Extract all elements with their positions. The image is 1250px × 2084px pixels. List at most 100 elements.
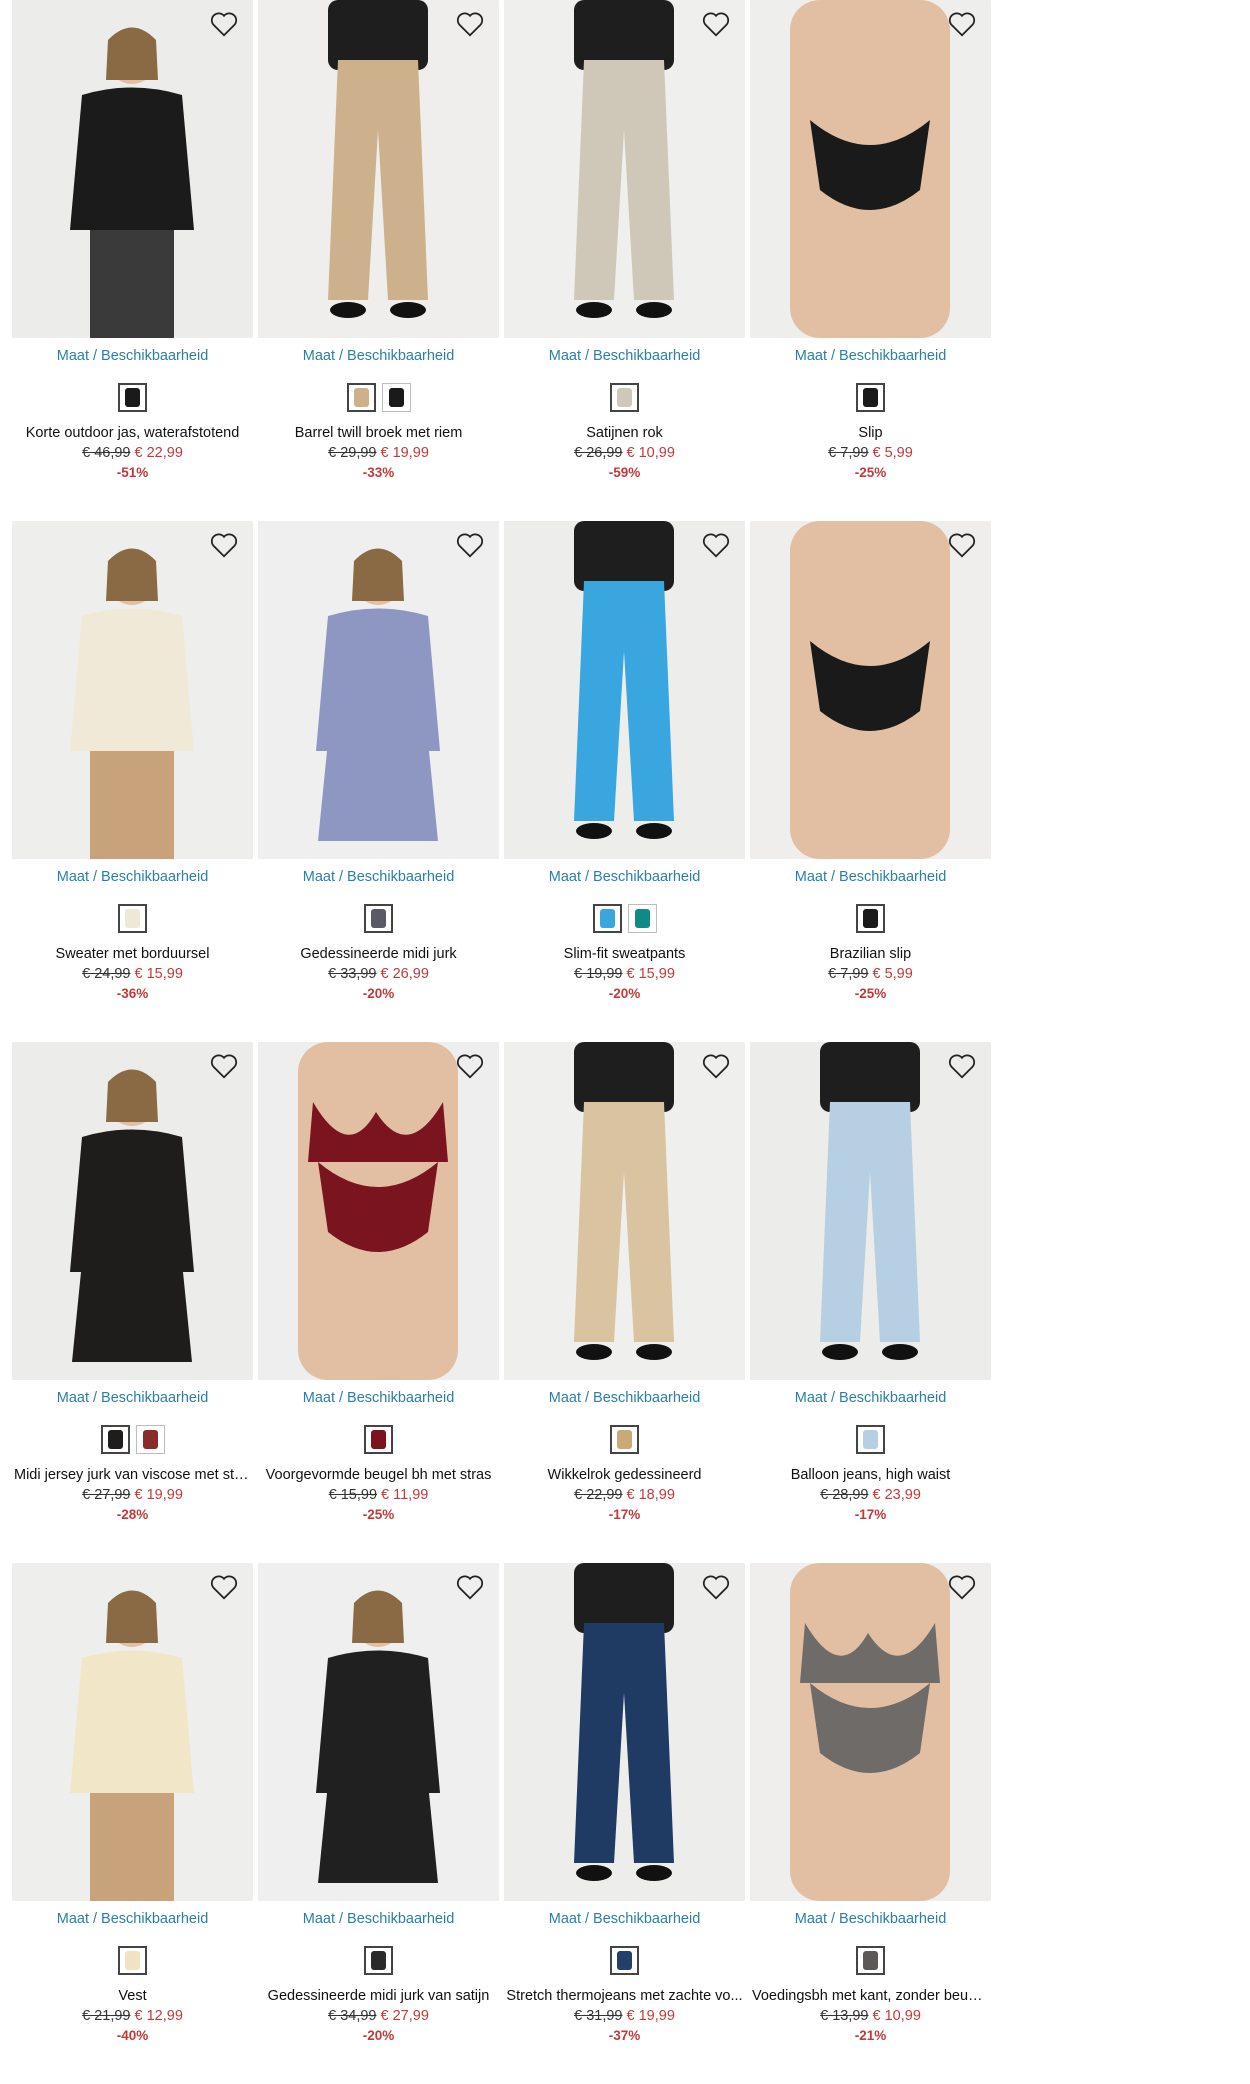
- wishlist-heart-icon[interactable]: [701, 531, 735, 563]
- product-image[interactable]: [504, 1042, 745, 1380]
- wishlist-heart-icon[interactable]: [701, 1573, 735, 1605]
- product-name[interactable]: Stretch thermojeans met zachte vo...: [504, 1988, 745, 2008]
- wishlist-heart-icon[interactable]: [701, 10, 735, 42]
- size-availability-link[interactable]: Maat / Beschikbaarheid: [12, 1911, 253, 1931]
- product-card[interactable]: Maat / Beschikbaarheid Barrel twill broek…: [258, 0, 499, 521]
- product-card[interactable]: Maat / Beschikbaarheid Midi jersey jurk v…: [12, 1042, 253, 1563]
- product-image[interactable]: [750, 0, 991, 338]
- product-name[interactable]: Slip: [750, 425, 991, 445]
- size-availability-link[interactable]: Maat / Beschikbaarheid: [12, 1390, 253, 1410]
- color-swatch[interactable]: [856, 1424, 885, 1454]
- product-name[interactable]: Sweater met borduursel: [12, 946, 253, 966]
- color-swatch[interactable]: [610, 1424, 639, 1454]
- color-swatch[interactable]: [627, 903, 657, 933]
- wishlist-heart-icon[interactable]: [947, 1573, 981, 1605]
- product-photo[interactable]: [504, 1042, 745, 1380]
- color-swatch[interactable]: [346, 382, 376, 412]
- color-swatch[interactable]: [364, 1424, 393, 1454]
- product-card[interactable]: Maat / Beschikbaarheid Slim-fit sweatpant…: [504, 521, 745, 1042]
- product-photo[interactable]: [258, 1563, 499, 1901]
- product-image[interactable]: [258, 521, 499, 859]
- product-name[interactable]: Satijnen rok: [504, 425, 745, 445]
- product-card[interactable]: Maat / Beschikbaarheid Sweater met borduu…: [12, 521, 253, 1042]
- product-image[interactable]: [258, 1042, 499, 1380]
- product-card[interactable]: Maat / Beschikbaarheid Gedessineerde midi…: [258, 1563, 499, 2084]
- product-photo[interactable]: [12, 1563, 253, 1901]
- product-image[interactable]: [12, 521, 253, 859]
- product-card[interactable]: Maat / Beschikbaarheid Korte outdoor jas,…: [12, 0, 253, 521]
- wishlist-heart-icon[interactable]: [947, 531, 981, 563]
- size-availability-link[interactable]: Maat / Beschikbaarheid: [504, 869, 745, 889]
- wishlist-heart-icon[interactable]: [209, 1052, 243, 1084]
- size-availability-link[interactable]: Maat / Beschikbaarheid: [258, 1390, 499, 1410]
- size-availability-link[interactable]: Maat / Beschikbaarheid: [12, 869, 253, 889]
- product-name[interactable]: Midi jersey jurk van viscose met stri...: [12, 1467, 253, 1487]
- product-name[interactable]: Korte outdoor jas, waterafstotend: [12, 425, 253, 445]
- product-image[interactable]: [12, 0, 253, 338]
- color-swatch[interactable]: [118, 382, 147, 412]
- product-photo[interactable]: [12, 0, 253, 338]
- color-swatch[interactable]: [610, 382, 639, 412]
- product-name[interactable]: Vest: [12, 1988, 253, 2008]
- product-name[interactable]: Barrel twill broek met riem: [258, 425, 499, 445]
- product-card[interactable]: Maat / Beschikbaarheid Wikkelrok gedessin…: [504, 1042, 745, 1563]
- product-photo[interactable]: [504, 0, 745, 338]
- wishlist-heart-icon[interactable]: [455, 1573, 489, 1605]
- product-card[interactable]: Maat / Beschikbaarheid Voedingsbh met kan…: [750, 1563, 991, 2084]
- product-image[interactable]: [750, 1042, 991, 1380]
- product-image[interactable]: [12, 1042, 253, 1380]
- product-name[interactable]: Wikkelrok gedessineerd: [504, 1467, 745, 1487]
- product-photo[interactable]: [12, 1042, 253, 1380]
- product-photo[interactable]: [750, 0, 991, 338]
- wishlist-heart-icon[interactable]: [455, 1052, 489, 1084]
- color-swatch[interactable]: [381, 382, 411, 412]
- product-card[interactable]: Maat / Beschikbaarheid Slip € 7,99 € 5,99 -2…: [750, 0, 991, 521]
- color-swatch[interactable]: [100, 1424, 130, 1454]
- color-swatch[interactable]: [856, 382, 885, 412]
- color-swatch[interactable]: [856, 903, 885, 933]
- size-availability-link[interactable]: Maat / Beschikbaarheid: [750, 1911, 991, 1931]
- size-availability-link[interactable]: Maat / Beschikbaarheid: [504, 348, 745, 368]
- size-availability-link[interactable]: Maat / Beschikbaarheid: [258, 869, 499, 889]
- size-availability-link[interactable]: Maat / Beschikbaarheid: [750, 869, 991, 889]
- product-card[interactable]: Maat / Beschikbaarheid Gedessineerde midi…: [258, 521, 499, 1042]
- product-photo[interactable]: [258, 1042, 499, 1380]
- color-swatch[interactable]: [118, 1945, 147, 1975]
- size-availability-link[interactable]: Maat / Beschikbaarheid: [504, 1911, 745, 1931]
- product-image[interactable]: [504, 521, 745, 859]
- product-photo[interactable]: [750, 521, 991, 859]
- product-name[interactable]: Voorgevormde beugel bh met stras: [258, 1467, 499, 1487]
- product-photo[interactable]: [258, 0, 499, 338]
- wishlist-heart-icon[interactable]: [209, 1573, 243, 1605]
- product-image[interactable]: [750, 521, 991, 859]
- product-photo[interactable]: [504, 1563, 745, 1901]
- color-swatch[interactable]: [610, 1945, 639, 1975]
- color-swatch[interactable]: [856, 1945, 885, 1975]
- product-name[interactable]: Balloon jeans, high waist: [750, 1467, 991, 1487]
- wishlist-heart-icon[interactable]: [455, 10, 489, 42]
- product-name[interactable]: Brazilian slip: [750, 946, 991, 966]
- product-name[interactable]: Voedingsbh met kant, zonder beugels: [750, 1988, 991, 2008]
- size-availability-link[interactable]: Maat / Beschikbaarheid: [258, 1911, 499, 1931]
- color-swatch[interactable]: [592, 903, 622, 933]
- product-card[interactable]: Maat / Beschikbaarheid Stretch thermojean…: [504, 1563, 745, 2084]
- product-card[interactable]: Maat / Beschikbaarheid Balloon jeans, hig…: [750, 1042, 991, 1563]
- product-image[interactable]: [750, 1563, 991, 1901]
- product-image[interactable]: [258, 1563, 499, 1901]
- product-image[interactable]: [504, 0, 745, 338]
- size-availability-link[interactable]: Maat / Beschikbaarheid: [750, 348, 991, 368]
- wishlist-heart-icon[interactable]: [947, 1052, 981, 1084]
- product-photo[interactable]: [750, 1563, 991, 1901]
- product-photo[interactable]: [258, 521, 499, 859]
- wishlist-heart-icon[interactable]: [209, 531, 243, 563]
- product-photo[interactable]: [504, 521, 745, 859]
- product-image[interactable]: [258, 0, 499, 338]
- wishlist-heart-icon[interactable]: [947, 10, 981, 42]
- product-card[interactable]: Maat / Beschikbaarheid Vest € 21,99 € 12,99…: [12, 1563, 253, 2084]
- wishlist-heart-icon[interactable]: [455, 531, 489, 563]
- color-swatch[interactable]: [364, 903, 393, 933]
- product-image[interactable]: [504, 1563, 745, 1901]
- wishlist-heart-icon[interactable]: [209, 10, 243, 42]
- color-swatch[interactable]: [135, 1424, 165, 1454]
- product-photo[interactable]: [12, 521, 253, 859]
